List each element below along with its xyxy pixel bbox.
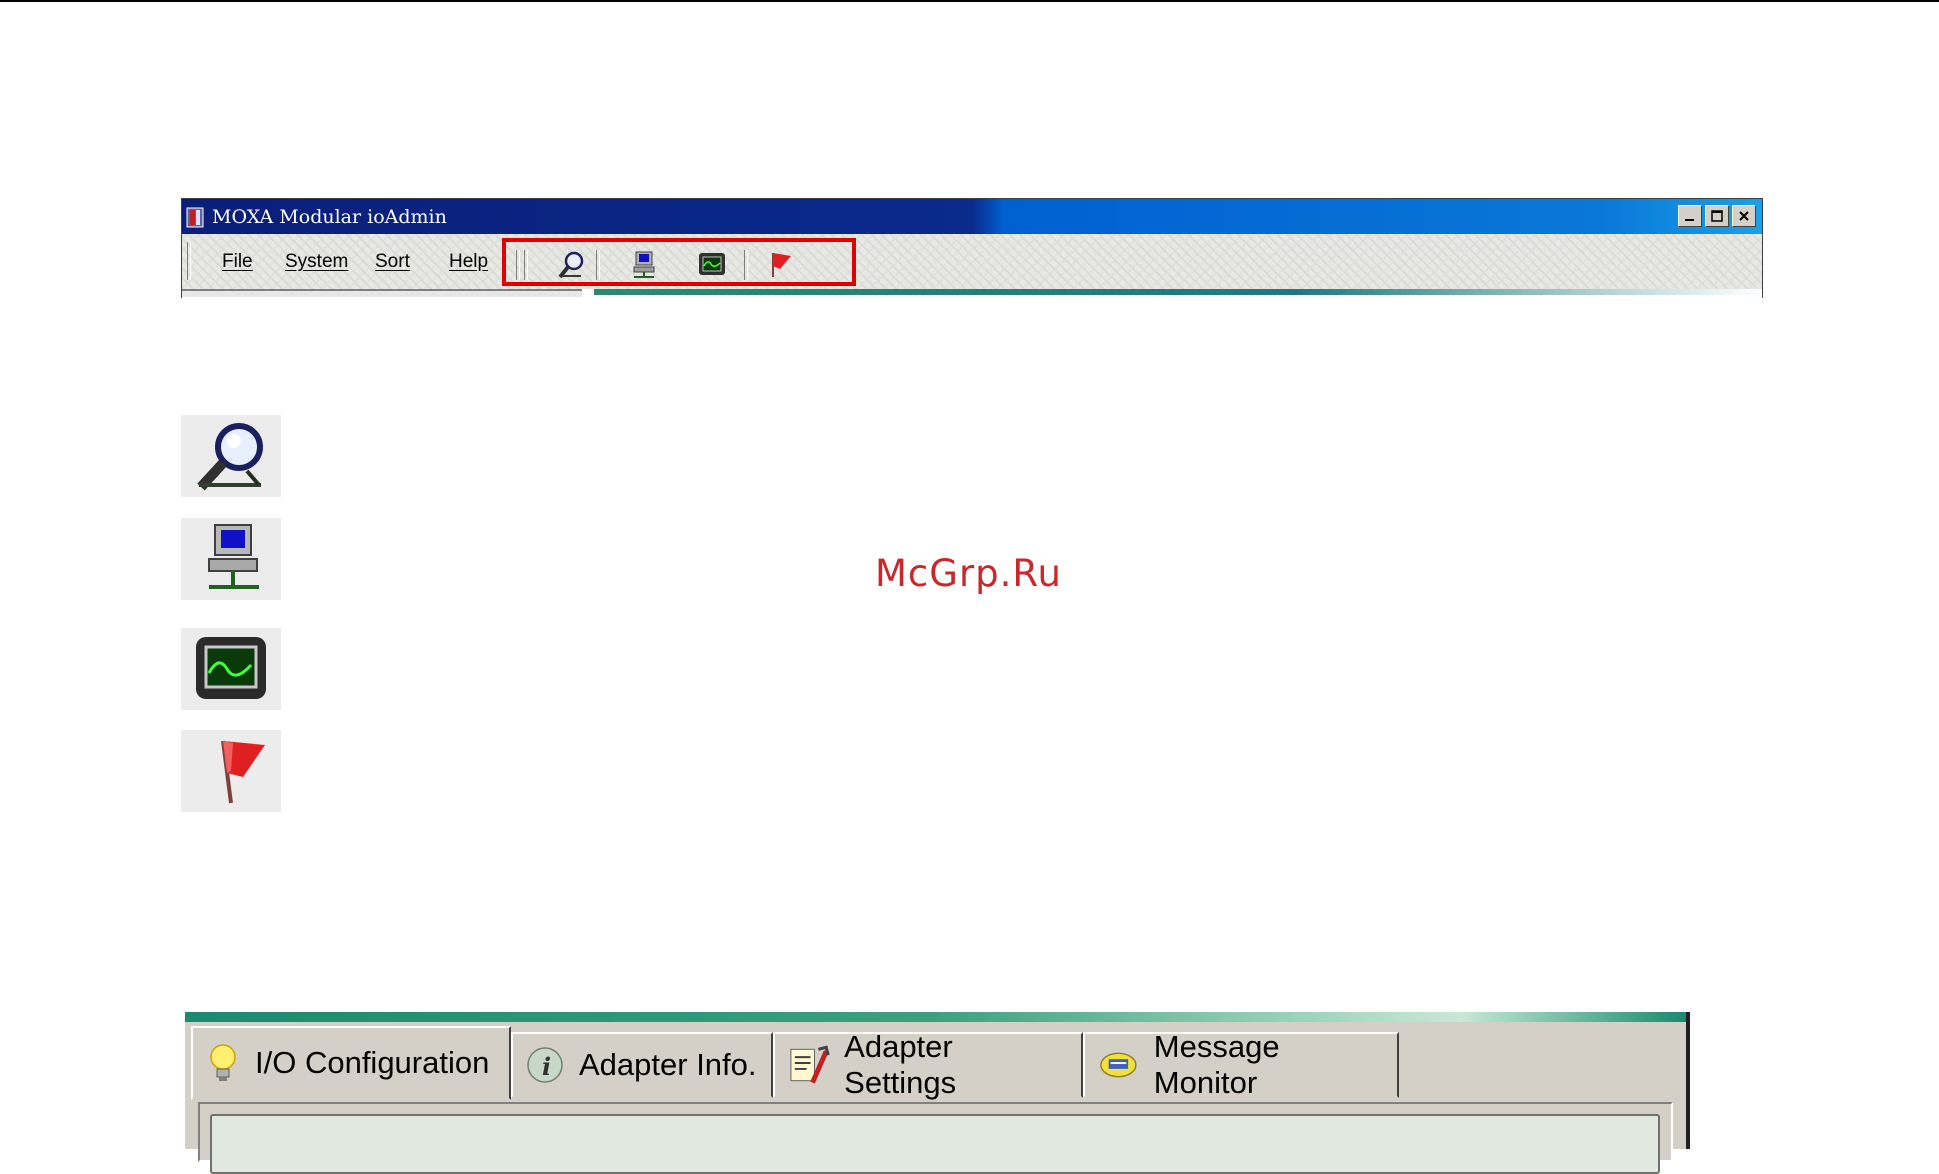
toolbar-grip[interactable] <box>516 250 520 280</box>
flag-button[interactable] <box>764 249 796 281</box>
menu-grip[interactable] <box>187 242 191 280</box>
close-button[interactable] <box>1732 205 1756 227</box>
minimize-icon <box>1685 219 1694 221</box>
settings-icon <box>790 1045 830 1084</box>
tab-label: I/O Configuration <box>255 1045 490 1080</box>
menu-help[interactable]: Help <box>449 251 488 273</box>
monitor-icon <box>699 253 725 275</box>
tab-label: Adapter Settings <box>844 1029 957 1100</box>
message-icon <box>1100 1052 1137 1078</box>
maximize-icon <box>1711 210 1723 222</box>
tab-label: Message Monitor <box>1153 1029 1280 1100</box>
network-computer-button[interactable] <box>628 249 660 281</box>
top-rule <box>0 0 1939 2</box>
title-bar[interactable]: MOXA Modular ioAdmin <box>182 199 1762 234</box>
monitor-button[interactable] <box>696 249 728 281</box>
search-button[interactable] <box>556 249 588 281</box>
monitor-icon <box>196 637 266 699</box>
menu-sort[interactable]: Sort <box>375 251 410 273</box>
large-monitor-icon-tile <box>181 628 281 710</box>
tab-label: Adapter Info. <box>579 1047 757 1082</box>
flag-icon <box>772 253 791 277</box>
toolbar-grip-2 <box>524 250 528 280</box>
moxa-app-icon <box>186 207 204 228</box>
lightbulb-icon <box>210 1044 236 1081</box>
tab-message-monitor[interactable]: Message Monitor <box>1083 1029 1399 1100</box>
left-pane-edge <box>182 289 582 297</box>
close-icon <box>1739 211 1749 221</box>
tab-adapter-info[interactable]: i Adapter Info. <box>511 1032 773 1098</box>
right-pane-edge <box>594 289 1762 295</box>
large-flag-icon-tile <box>181 730 281 812</box>
search-icon <box>197 423 263 491</box>
panes-strip <box>182 289 1762 298</box>
network-computer-icon <box>208 524 259 589</box>
toolbar-separator-1 <box>596 250 600 280</box>
tab-content-area <box>210 1114 1660 1174</box>
menu-system[interactable]: System <box>285 251 348 273</box>
large-network-computer-icon-tile <box>181 518 281 600</box>
network-computer-icon <box>633 251 655 278</box>
tab-panel-header <box>185 1012 1686 1022</box>
minimize-button[interactable] <box>1678 205 1702 227</box>
tab-content-frame <box>198 1102 1673 1174</box>
toolbar-separator-2 <box>744 250 748 280</box>
flag-icon <box>221 740 265 804</box>
app-window: MOXA Modular ioAdmin File System Sort He… <box>181 198 1763 298</box>
tab-panel: I/O Configuration i Adapter Info. Adapte… <box>185 1012 1690 1174</box>
tab-adapter-settings[interactable]: Adapter Settings <box>773 1029 1083 1100</box>
svg-text:i: i <box>542 1052 551 1081</box>
search-icon <box>558 251 584 279</box>
maximize-button[interactable] <box>1705 205 1729 227</box>
toolbar-highlight <box>502 238 856 286</box>
watermark: McGrp.Ru <box>875 552 1062 595</box>
info-icon: i <box>527 1047 563 1083</box>
menu-bar: File System Sort Help <box>182 234 1762 289</box>
window-title: MOXA Modular ioAdmin <box>212 206 447 228</box>
tab-io-configuration[interactable]: I/O Configuration <box>191 1026 511 1100</box>
large-search-icon-tile <box>181 415 281 497</box>
menu-file[interactable]: File <box>222 251 253 273</box>
